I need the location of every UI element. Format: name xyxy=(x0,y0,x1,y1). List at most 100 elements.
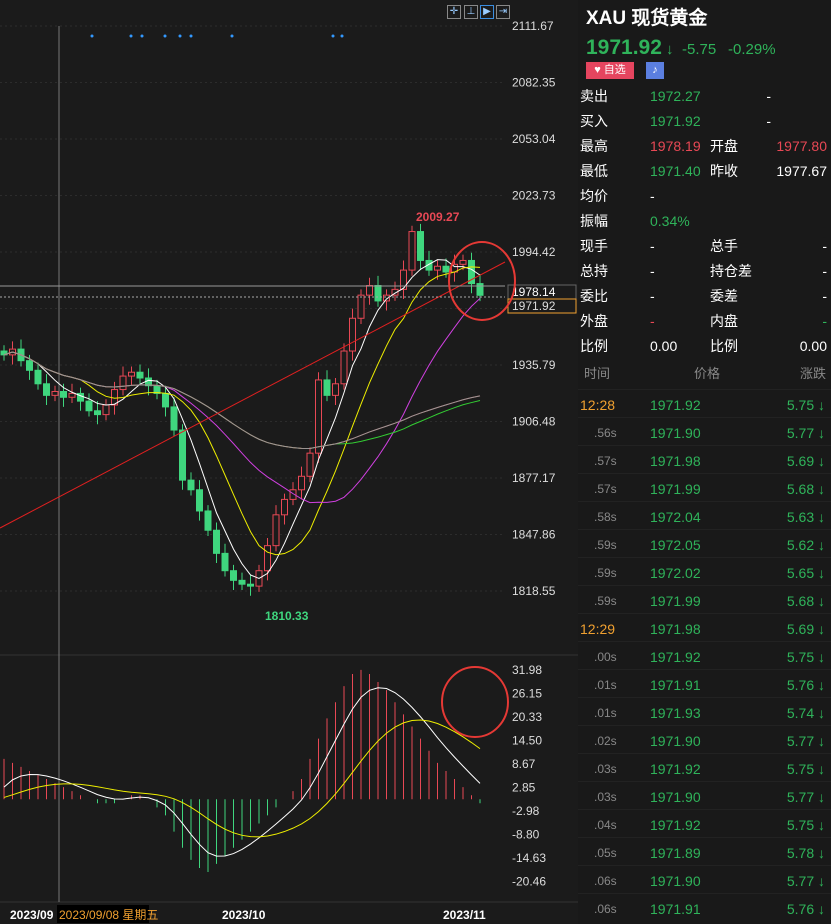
tick-time: .58s xyxy=(594,510,617,524)
crosshair-tool-icon[interactable]: ✛ xyxy=(447,5,461,19)
candle xyxy=(60,390,67,398)
col-time: 时间 xyxy=(584,366,611,381)
tick-price: 1971.91 xyxy=(650,677,701,693)
candle xyxy=(128,371,135,377)
range-tool-icon[interactable]: ⊥ xyxy=(464,5,478,19)
tick-price: 1971.91 xyxy=(650,901,701,917)
candle xyxy=(34,369,42,385)
quote-value-2: - xyxy=(822,313,827,329)
trend-line xyxy=(0,261,506,529)
tick-change: 5.76 ↓ xyxy=(786,901,825,917)
current-price-label: 1978.14 xyxy=(512,285,556,299)
tick-price: 1971.90 xyxy=(650,733,701,749)
quote-label: 最高 xyxy=(580,138,608,154)
quote-value-2: - xyxy=(766,88,771,104)
quote-label: 卖出 xyxy=(580,88,608,104)
quote-panel: XAU 现货黄金 1971.92 ↓ -5.75 -0.29% ♥ 自选 ♪ 卖… xyxy=(578,0,831,924)
col-change: 涨跌 xyxy=(800,366,827,381)
tick-price: 1971.98 xyxy=(650,453,701,469)
tick-row: .59s 1971.99 5.68 ↓ xyxy=(578,585,831,613)
candle xyxy=(247,583,254,587)
event-marker xyxy=(90,34,94,38)
tick-time: .03s xyxy=(594,762,617,776)
tick-price: 1971.92 xyxy=(650,397,701,413)
ma10-line xyxy=(3,266,481,556)
tick-row: .05s 1971.89 5.78 ↓ xyxy=(578,837,831,865)
change-pct: -0.29% xyxy=(728,41,776,58)
candle xyxy=(51,390,59,396)
tick-price: 1971.92 xyxy=(650,649,701,665)
candle xyxy=(68,392,76,398)
alert-bell-button[interactable]: ♪ xyxy=(646,62,664,79)
tick-price: 1971.99 xyxy=(650,481,701,497)
favorite-button[interactable]: ♥ 自选 xyxy=(586,62,634,79)
candle xyxy=(298,475,305,491)
tick-row: 12:29 1971.98 5.69 ↓ xyxy=(578,613,831,641)
quote-value: - xyxy=(650,238,655,254)
price-tick: 1818.55 xyxy=(512,584,556,598)
quote-label: 现手 xyxy=(580,238,608,254)
tick-row: .02s 1971.90 5.77 ↓ xyxy=(578,725,831,753)
move-right-tool-icon[interactable]: ⇥ xyxy=(496,5,510,19)
quote-value: 0.34% xyxy=(650,213,690,229)
last-price: 1971.92 xyxy=(586,36,662,59)
candle xyxy=(187,479,195,491)
candle xyxy=(43,383,50,396)
tick-price: 1971.98 xyxy=(650,621,701,637)
quote-value: - xyxy=(650,313,655,329)
candle xyxy=(264,545,271,572)
candle xyxy=(366,285,373,296)
tick-change: 5.77 ↓ xyxy=(786,789,825,805)
tick-row: .01s 1971.91 5.76 ↓ xyxy=(578,669,831,697)
quote-label: 均价 xyxy=(580,188,608,204)
candle xyxy=(204,510,212,531)
price-tick: 2082.35 xyxy=(512,76,556,90)
quote-value-2: - xyxy=(766,113,771,129)
tick-row: .06s 1971.90 5.77 ↓ xyxy=(578,865,831,893)
price-tick: 2053.04 xyxy=(512,132,556,146)
candle xyxy=(374,285,382,302)
candle xyxy=(434,265,441,271)
tick-time: .03s xyxy=(594,790,617,804)
tick-time: .59s xyxy=(594,594,617,608)
tick-change: 5.65 ↓ xyxy=(786,565,825,581)
tick-time: .04s xyxy=(594,818,617,832)
tick-change: 5.75 ↓ xyxy=(786,761,825,777)
candle xyxy=(442,265,450,273)
change: -5.75 xyxy=(682,41,717,58)
tick-price: 1972.02 xyxy=(650,565,701,581)
tick-change: 5.68 ↓ xyxy=(786,481,825,497)
tick-time: .06s xyxy=(594,902,617,916)
tick-price: 1971.92 xyxy=(650,761,701,777)
tick-change: 5.69 ↓ xyxy=(786,621,825,637)
quote-label-2: 昨收 xyxy=(710,163,738,179)
tick-time: .01s xyxy=(594,706,617,720)
tick-time: .01s xyxy=(594,678,617,692)
tick-price: 1971.89 xyxy=(650,845,701,861)
candle xyxy=(196,489,203,512)
event-marker xyxy=(178,34,182,38)
candle xyxy=(315,379,322,454)
tick-time: .02s xyxy=(594,734,617,748)
candle xyxy=(94,410,101,416)
quote-label-2: 委差 xyxy=(710,288,738,304)
tick-row: .56s 1971.90 5.77 ↓ xyxy=(578,417,831,445)
tick-change: 5.75 ↓ xyxy=(786,817,825,833)
candle xyxy=(221,552,229,572)
quote-label-2: 总手 xyxy=(710,238,738,254)
tick-row: .59s 1972.02 5.65 ↓ xyxy=(578,557,831,585)
macd-tick: 2.85 xyxy=(512,781,536,795)
tick-time: .00s xyxy=(594,650,617,664)
event-marker xyxy=(331,34,335,38)
tick-row: .01s 1971.93 5.74 ↓ xyxy=(578,697,831,725)
quote-label-2: 持仓差 xyxy=(710,263,752,279)
price-tick: 2111.67 xyxy=(512,19,554,33)
price-tick: 1935.79 xyxy=(512,358,556,372)
tick-price: 1972.05 xyxy=(650,537,701,553)
quote-label: 最低 xyxy=(580,163,608,179)
macd-tick: -14.63 xyxy=(512,851,546,865)
tick-time: 12:28 xyxy=(580,397,616,413)
candle xyxy=(230,570,237,581)
kline-chart[interactable]: 2111.672082.352053.042023.731994.421965.… xyxy=(0,0,578,924)
play-tool-icon[interactable]: ▶ xyxy=(480,5,494,19)
